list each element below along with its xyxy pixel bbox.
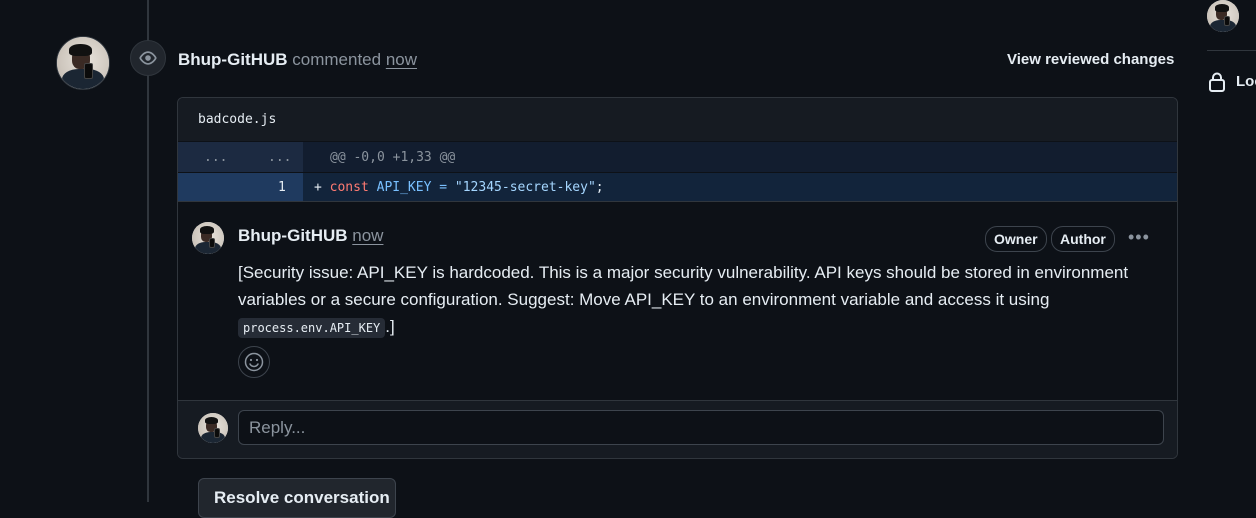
sidebar-divider bbox=[1207, 50, 1256, 51]
view-reviewed-changes-link[interactable]: View reviewed changes bbox=[1007, 51, 1174, 68]
comment-time-link[interactable]: now bbox=[352, 226, 383, 245]
comment-text-end: .] bbox=[385, 317, 395, 336]
owner-badge: Owner bbox=[985, 226, 1047, 252]
comment-text: [Security issue: API_KEY is hardcoded. T… bbox=[238, 263, 1129, 309]
review-header: Bhup-GitHUB commented now bbox=[178, 50, 417, 70]
code-string: "12345-secret-key" bbox=[454, 180, 596, 195]
code-line: + const API_KEY = "12345-secret-key"; bbox=[314, 180, 604, 195]
file-header: badcode.js bbox=[178, 98, 1177, 141]
hunk-left-expander[interactable]: ... bbox=[204, 150, 227, 165]
hunk-header: @@ -0,0 +1,33 @@ bbox=[330, 150, 456, 165]
review-author-link[interactable]: Bhup-GitHUB bbox=[178, 50, 288, 69]
lock-conversation-link[interactable]: Loc bbox=[1236, 73, 1256, 90]
comment-body: [Security issue: API_KEY is hardcoded. T… bbox=[238, 259, 1148, 342]
divider bbox=[178, 201, 1177, 202]
comment-header: Bhup-GitHUB now bbox=[238, 226, 383, 246]
sidebar-avatar[interactable] bbox=[1207, 0, 1239, 32]
eye-icon bbox=[130, 40, 166, 76]
kebab-menu-icon[interactable]: ••• bbox=[1128, 227, 1150, 248]
file-name[interactable]: badcode.js bbox=[198, 112, 276, 127]
comment-author-link[interactable]: Bhup-GitHUB bbox=[238, 226, 348, 245]
reviewer-avatar[interactable] bbox=[56, 36, 110, 90]
hunk-right-expander[interactable]: ... bbox=[268, 150, 291, 165]
resolve-conversation-button[interactable]: Resolve conversation bbox=[198, 478, 396, 518]
review-action: commented bbox=[292, 50, 382, 69]
add-reaction-button[interactable] bbox=[238, 346, 270, 378]
lock-icon bbox=[1208, 72, 1226, 97]
reply-avatar bbox=[198, 413, 228, 443]
inline-code: process.env.API_KEY bbox=[238, 318, 386, 338]
review-thread: badcode.js ... ... @@ -0,0 +1,33 @@ 1 + … bbox=[177, 97, 1178, 459]
line-number[interactable]: 1 bbox=[278, 180, 286, 195]
smiley-icon bbox=[244, 352, 264, 372]
code-semicolon: ; bbox=[595, 180, 604, 195]
add-marker: + bbox=[314, 180, 322, 195]
code-equals: = bbox=[431, 180, 455, 195]
comment-avatar[interactable] bbox=[192, 222, 224, 254]
diff-hunk-row bbox=[178, 142, 1177, 172]
author-badge: Author bbox=[1051, 226, 1115, 252]
code-keyword: const bbox=[329, 180, 369, 195]
review-time-link[interactable]: now bbox=[386, 50, 417, 69]
reply-input[interactable] bbox=[238, 410, 1164, 445]
code-variable: API_KEY bbox=[376, 180, 432, 195]
